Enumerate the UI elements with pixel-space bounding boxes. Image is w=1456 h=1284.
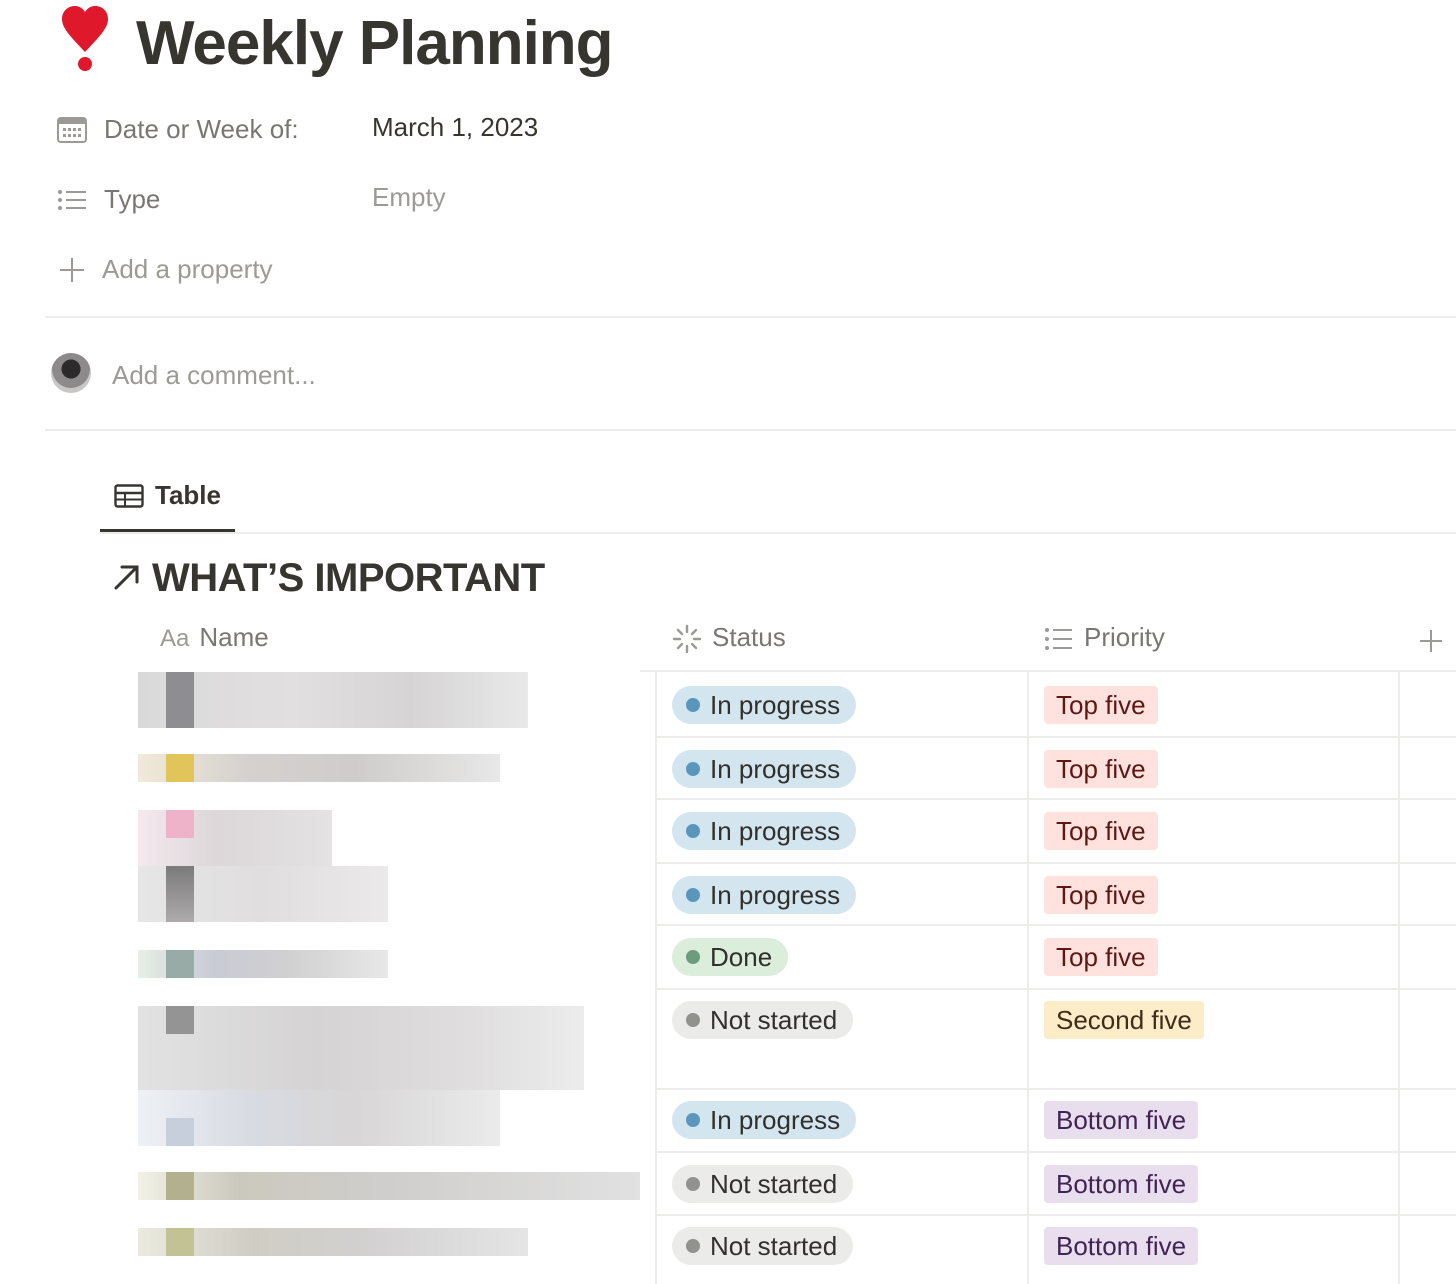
- plus-icon: [60, 258, 84, 282]
- property-type[interactable]: Type Empty: [56, 178, 756, 222]
- status-badge[interactable]: Done: [672, 938, 789, 976]
- row-divider: [655, 924, 1456, 926]
- property-value-type[interactable]: Empty: [372, 182, 446, 213]
- status-badge[interactable]: Not started: [672, 1165, 854, 1203]
- priority-tag[interactable]: Second five: [1044, 1001, 1204, 1039]
- database-title[interactable]: WHAT’S IMPORTANT: [152, 556, 545, 601]
- status-label: In progress: [710, 754, 841, 784]
- status-icon: [672, 624, 702, 654]
- status-dot-icon: [686, 1239, 700, 1254]
- row-divider: [655, 862, 1456, 864]
- priority-tag[interactable]: Top five: [1044, 750, 1158, 788]
- column-header-name[interactable]: Aa Name: [160, 622, 269, 662]
- divider: [45, 316, 1456, 318]
- status-badge[interactable]: In progress: [672, 812, 857, 850]
- status-dot-icon: [686, 888, 700, 903]
- row-divider: [655, 988, 1456, 990]
- tab-table[interactable]: Table: [100, 470, 235, 532]
- calendar-icon: [57, 117, 87, 143]
- priority-tag[interactable]: Top five: [1044, 812, 1158, 850]
- header-divider: [640, 670, 1456, 672]
- priority-tag[interactable]: Top five: [1044, 938, 1158, 976]
- status-dot-icon: [686, 762, 700, 777]
- status-label: Not started: [710, 1169, 838, 1199]
- row-divider: [655, 1151, 1456, 1153]
- name-column-redacted: [80, 672, 640, 1284]
- table-icon: [114, 484, 144, 508]
- priority-tag[interactable]: Bottom five: [1044, 1101, 1199, 1139]
- status-badge[interactable]: In progress: [672, 1101, 857, 1139]
- row-divider: [655, 1214, 1456, 1216]
- status-label: In progress: [710, 816, 841, 846]
- status-badge[interactable]: In progress: [672, 686, 857, 724]
- status-badge[interactable]: In progress: [672, 750, 857, 788]
- priority-tag[interactable]: Top five: [1044, 686, 1158, 724]
- status-dot-icon: [686, 698, 700, 713]
- row-divider: [655, 798, 1456, 800]
- status-badge[interactable]: Not started: [672, 1227, 854, 1265]
- status-dot-icon: [686, 950, 700, 965]
- column-header-status[interactable]: Status: [672, 622, 786, 662]
- property-date[interactable]: Date or Week of: March 1, 2023: [56, 108, 756, 152]
- property-label-date: Date or Week of:: [104, 114, 299, 144]
- row-divider: [655, 1088, 1456, 1090]
- page-title: Weekly Planning: [136, 9, 614, 78]
- column-divider: [655, 672, 657, 1284]
- status-label: In progress: [710, 1105, 841, 1135]
- column-divider: [1027, 672, 1029, 1284]
- column-header-priority-label: Priority: [1084, 622, 1165, 652]
- status-dot-icon: [686, 1177, 700, 1192]
- column-header-priority[interactable]: Priority: [1044, 622, 1165, 662]
- arrow-up-right-icon[interactable]: [112, 562, 142, 592]
- column-header-status-label: Status: [712, 622, 786, 652]
- tab-table-label: Table: [155, 480, 221, 510]
- avatar: [51, 353, 91, 393]
- property-value-date[interactable]: March 1, 2023: [372, 112, 538, 143]
- row-divider: [655, 736, 1456, 738]
- status-dot-icon: [686, 1113, 700, 1128]
- column-divider: [1398, 672, 1400, 1284]
- priority-tag[interactable]: Bottom five: [1044, 1227, 1199, 1265]
- column-header-name-label: Name: [199, 622, 269, 652]
- comment-input[interactable]: Add a comment...: [112, 360, 316, 391]
- priority-tag[interactable]: Bottom five: [1044, 1165, 1199, 1203]
- add-property-label: Add a property: [102, 254, 273, 284]
- text-property-icon: Aa: [160, 625, 190, 653]
- status-label: Not started: [710, 1005, 838, 1035]
- add-column-plus-icon[interactable]: [1418, 628, 1444, 654]
- divider: [45, 429, 1456, 431]
- status-badge[interactable]: Not started: [672, 1001, 854, 1039]
- status-badge[interactable]: In progress: [672, 876, 857, 914]
- tab-divider: [100, 532, 1456, 534]
- status-dot-icon: [686, 824, 700, 839]
- status-label: In progress: [710, 880, 841, 910]
- exclamation-icon: [62, 6, 108, 71]
- status-dot-icon: [686, 1013, 700, 1028]
- property-label-type: Type: [104, 184, 161, 214]
- add-property-button[interactable]: Add a property: [56, 248, 756, 292]
- status-label: In progress: [710, 690, 841, 720]
- list-icon: [58, 190, 86, 210]
- status-label: Done: [710, 942, 773, 972]
- status-label: Not started: [710, 1231, 838, 1261]
- list-icon: [1045, 628, 1072, 651]
- priority-tag[interactable]: Top five: [1044, 876, 1158, 914]
